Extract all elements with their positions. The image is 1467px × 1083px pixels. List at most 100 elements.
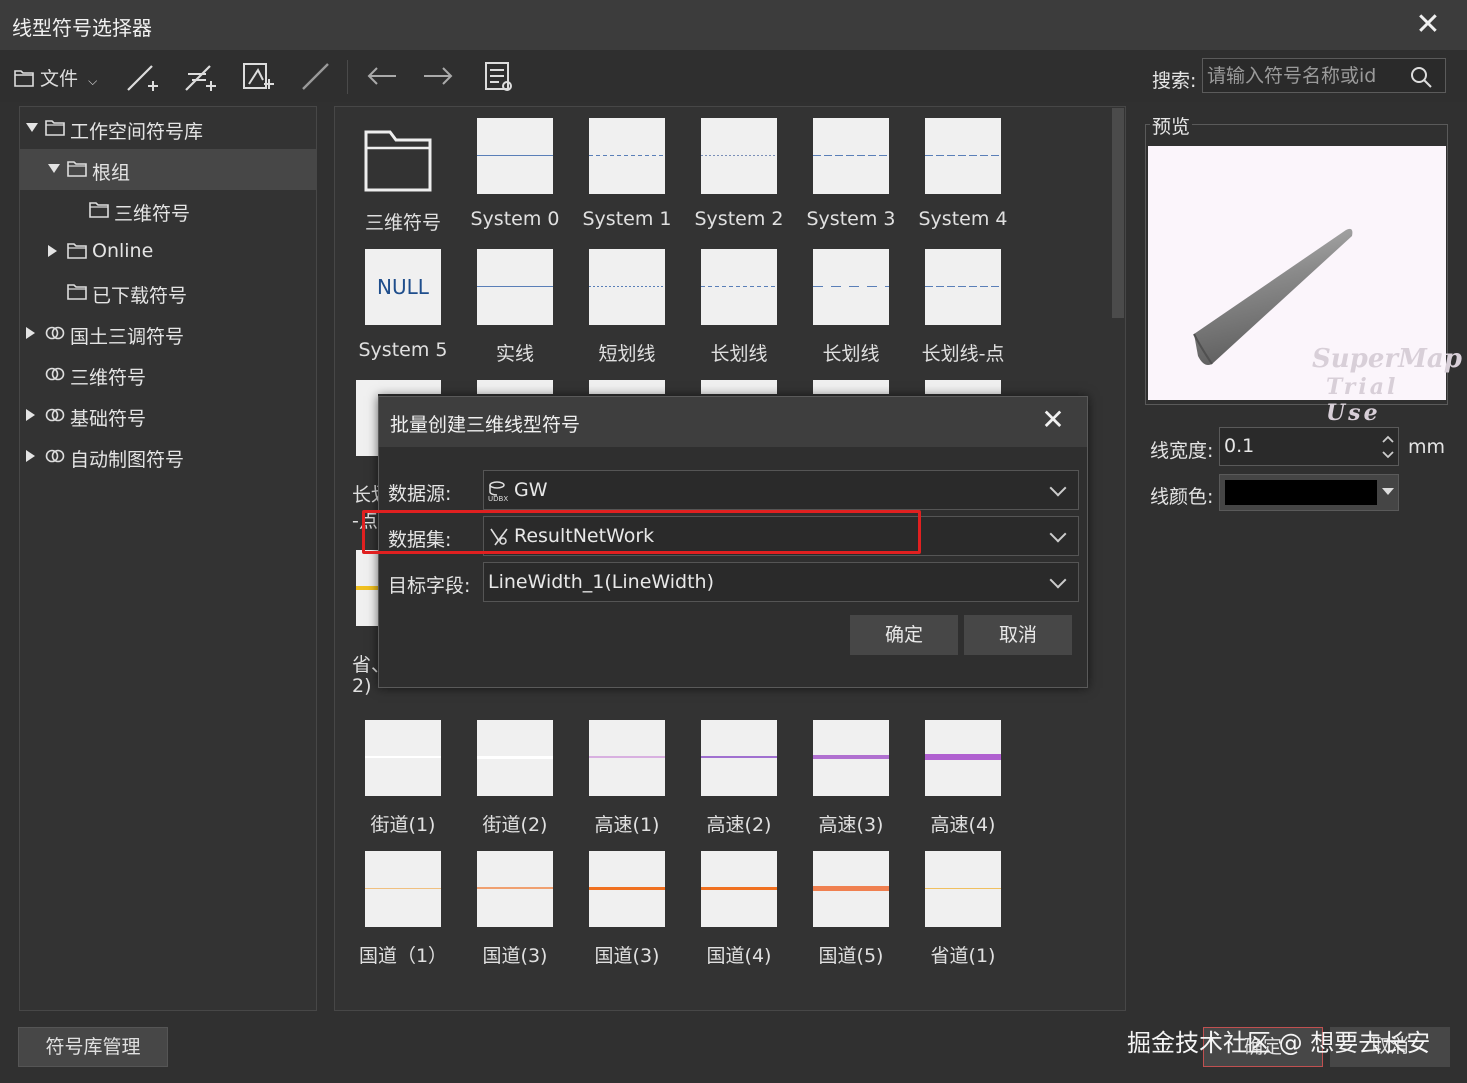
symbol-swatch[interactable] [925,380,1001,394]
edit-line-icon[interactable] [298,58,334,94]
symbol-cell[interactable]: 省道(1) [904,851,1016,977]
search-icon[interactable] [1409,65,1433,89]
expand-caret-icon[interactable] [26,123,38,132]
symbol-cell[interactable]: 街道(2) [456,720,568,846]
symbol-cell[interactable]: System 0 [456,118,568,244]
symbol-label: System 3 [806,208,896,230]
symbol-cell[interactable]: 国道(3) [456,851,568,977]
symbol-cell[interactable]: 长划线 [680,249,792,375]
datasource-select[interactable]: UDBX GW [483,470,1079,510]
close-window-button[interactable]: ✕ [1410,8,1446,44]
symbol-cell[interactable]: 三维符号 [344,118,456,244]
tree-item[interactable]: 基础符号 [20,395,316,436]
symbol-label: 省道(1) [930,945,996,967]
symbol-label: 三维符号 [364,212,441,234]
search-input[interactable] [1207,61,1402,90]
add-line-icon[interactable] [182,58,218,94]
line-color-picker[interactable] [1219,474,1399,511]
tree-item[interactable]: 已下载符号 [20,272,316,313]
symbol-label: System 4 [918,208,1008,230]
symbol-cell[interactable]: 国道(3) [568,851,680,977]
symbol-swatch[interactable] [701,380,777,394]
caret-down-icon [1382,488,1394,495]
symbol-swatch [589,118,665,194]
symbol-cell[interactable]: System 1 [568,118,680,244]
chevron-down-icon: ⌵ [88,74,98,88]
watermark-line2: Trial Use [1326,374,1399,426]
tree-item[interactable]: 三维符号 [20,190,316,231]
target-field-select[interactable]: LineWidth_1(LineWidth) [483,562,1079,602]
symbol-swatch[interactable] [589,380,665,394]
symbol-cell[interactable]: 国道(4) [680,851,792,977]
properties-icon[interactable] [480,58,516,94]
symbol-label: 国道（1） [358,945,448,967]
collapse-caret-icon[interactable] [26,450,35,462]
annotation-highlight-box [362,510,921,554]
symbol-cell[interactable]: System 2 [680,118,792,244]
line-sample [477,887,553,889]
symbol-cell[interactable]: 高速(4) [904,720,1016,846]
symbol-swatch[interactable] [356,550,378,626]
collapse-caret-icon[interactable] [26,327,35,339]
symbol-cell[interactable]: 长划线 [792,249,904,375]
spinner-arrows-icon[interactable] [1380,432,1396,462]
import-icon[interactable] [240,58,276,94]
tree-item[interactable]: 工作空间符号库 [20,108,316,149]
symbol-label: 2) [352,675,372,697]
symbol-label: 长划线-点 [921,343,1005,365]
symbol-label: 高速(2) [706,814,772,836]
symbol-swatch [813,118,889,194]
file-menu[interactable]: 文件 ⌵ [14,64,97,91]
tree-item-label: 根组 [92,162,131,184]
symbol-cell[interactable]: System 4 [904,118,1016,244]
dialog-close-button[interactable]: ✕ [1035,403,1071,439]
line-color-swatch [1225,480,1377,505]
symbol-swatch [813,249,889,325]
search-field [1202,58,1446,93]
symbol-swatch [701,851,777,927]
symbol-label: 长划线 [822,343,880,365]
tree-item[interactable]: Online [20,231,316,272]
expand-caret-icon[interactable] [48,164,60,173]
symbol-swatch[interactable] [477,380,553,394]
forward-arrow-icon[interactable] [420,58,456,94]
line-width-spinner[interactable]: 0.1 [1219,427,1399,466]
symbol-label: 国道(3) [594,945,660,967]
tree-item-label: Online [92,240,154,262]
collapse-caret-icon[interactable] [48,245,57,257]
dialog-cancel-button[interactable]: 取消 [964,615,1072,655]
symbol-cell[interactable]: 街道(1) [344,720,456,846]
collapse-caret-icon[interactable] [26,409,35,421]
symbol-cell[interactable]: NULL System 5 [344,249,456,375]
line-sample [813,886,889,891]
new-line-icon[interactable] [124,58,160,94]
line-sample [365,756,441,758]
back-arrow-icon[interactable] [364,58,400,94]
dialog-ok-button[interactable]: 确定 [850,615,958,655]
symbol-cell[interactable]: 国道（1） [344,851,456,977]
symbol-label: 高速(3) [818,814,884,836]
tree-item[interactable]: 国土三调符号 [20,313,316,354]
library-manage-button[interactable]: 符号库管理 [18,1027,168,1067]
symbol-cell[interactable]: 高速(1) [568,720,680,846]
symbol-cell[interactable]: 实线 [456,249,568,375]
toolbar-separator [347,60,348,94]
symbol-swatch[interactable] [813,380,889,394]
symbol-label: System 2 [694,208,784,230]
symbol-cell[interactable]: 国道(5) [792,851,904,977]
symbol-swatch[interactable] [356,380,378,456]
grid-scrollbar[interactable] [1112,108,1124,318]
tree-item[interactable]: 根组 [20,149,316,190]
symbol-cell[interactable]: System 3 [792,118,904,244]
chevron-down-icon [1049,525,1067,543]
tree-item[interactable]: 三维符号 [20,354,316,395]
symbol-swatch [589,851,665,927]
symbol-label: System 5 [358,339,448,361]
tree-item[interactable]: 自动制图符号 [20,436,316,477]
symbol-cell[interactable]: 高速(2) [680,720,792,846]
symbol-swatch [365,851,441,927]
symbol-cell[interactable]: 短划线 [568,249,680,375]
symbol-swatch [813,720,889,796]
symbol-cell[interactable]: 高速(3) [792,720,904,846]
symbol-cell[interactable]: 长划线-点 [904,249,1016,375]
